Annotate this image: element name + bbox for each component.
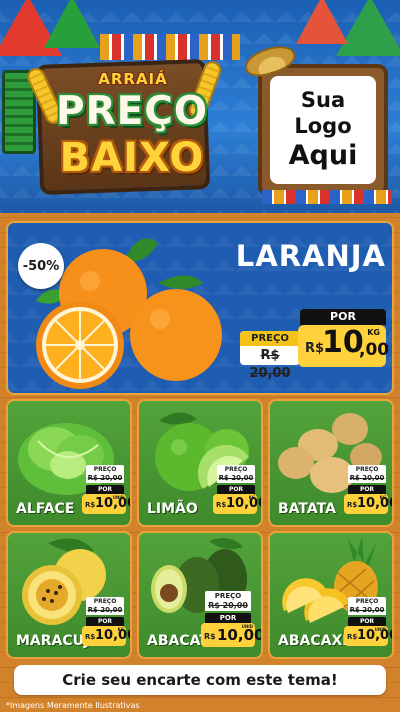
- orange-whole: [130, 289, 222, 381]
- product-price-tag: PREÇO R$ 20,00 POR R$ 10,00 KG: [213, 465, 261, 517]
- product-price-tag: PREÇO R$ 20,00 POR R$ 10,00 UNID: [201, 591, 261, 649]
- leaf-icon: [158, 275, 203, 289]
- product-card-limao[interactable]: LIMÃO PREÇO R$ 20,00 POR R$ 10,00 KG: [137, 399, 263, 527]
- discount-badge: -50%: [18, 243, 64, 289]
- featured-product-name: LARANJA: [235, 239, 386, 273]
- price-unit: KG: [367, 328, 380, 337]
- flyer-page: ARRAIÁ PREÇO BAIXO Sua Logo Aqui -50% LA…: [0, 0, 400, 712]
- logo-placeholder-line1: Sua Logo: [294, 87, 352, 139]
- festa-flag-green: [44, 0, 100, 48]
- disclaimer-text: *Imagens Meramente Ilustrativas: [6, 701, 140, 710]
- product-card-abacate[interactable]: ABACATE PREÇO R$ 20,00 POR R$ 10,00 UNID: [137, 531, 263, 659]
- event-label: ARRAIÁ: [98, 70, 168, 88]
- product-card-batata[interactable]: BATATA PREÇO R$ 20,00 POR R$ 10,00 KG: [268, 399, 394, 527]
- product-name: ALFACE: [16, 501, 75, 517]
- product-name: LIMÃO: [147, 501, 198, 517]
- featured-product-card[interactable]: -50% LARANJA PREÇO R$ 20,00 POR R$ 10 ,0…: [6, 221, 394, 395]
- bunting-decoration-small: [262, 190, 392, 204]
- product-price-tag: PREÇO R$ 20,00 POR R$ 10,00 KG: [82, 597, 130, 649]
- price-decimal: ,00: [359, 340, 390, 360]
- product-card-maracuja[interactable]: MARACUJÁ PREÇO R$ 20,00 POR R$ 10,00 KG: [6, 531, 132, 659]
- logo-placeholder-line2: Aqui: [288, 140, 358, 172]
- logo-placeholder-frame[interactable]: Sua Logo Aqui: [258, 64, 388, 196]
- offers-area: -50% LARANJA PREÇO R$ 20,00 POR R$ 10 ,0…: [0, 213, 400, 712]
- product-price-tag: PREÇO R$ 20,00 POR R$ 10,00 UNID: [344, 597, 392, 649]
- title-preco: PREÇO: [55, 89, 209, 134]
- old-price-label: PREÇO: [240, 331, 300, 346]
- old-price-tag: PREÇO R$ 20,00: [240, 331, 300, 381]
- new-price-tag: POR R$ 10 ,00 KG: [298, 309, 390, 379]
- header-banner: ARRAIÁ PREÇO BAIXO Sua Logo Aqui: [0, 0, 400, 213]
- product-name: ABACAXI: [278, 633, 348, 649]
- festa-flag-red-right: [296, 0, 348, 44]
- product-price-tag: PREÇO R$ 20,00 POR R$ 10,00 KG: [344, 465, 392, 517]
- product-price-tag: PREÇO R$ 20,00 POR R$ 10,00 UNID: [82, 465, 130, 517]
- bunting-decoration: [100, 34, 240, 60]
- old-price-value: R$ 20,00: [249, 348, 291, 381]
- new-price-label: POR: [300, 309, 386, 325]
- title-baixo: BAIXO: [59, 135, 205, 181]
- product-name: BATATA: [278, 501, 336, 517]
- product-card-alface[interactable]: ALFACE PREÇO R$ 20,00 POR R$ 10,00 UNID: [6, 399, 132, 527]
- product-card-abacaxi[interactable]: ABACAXI PREÇO R$ 20,00 POR R$ 10,00 UNID: [268, 531, 394, 659]
- price-integer: 10: [322, 325, 364, 360]
- cta-button[interactable]: Crie seu encarte com este tema!: [14, 665, 386, 695]
- logo-placeholder: Sua Logo Aqui: [270, 76, 376, 184]
